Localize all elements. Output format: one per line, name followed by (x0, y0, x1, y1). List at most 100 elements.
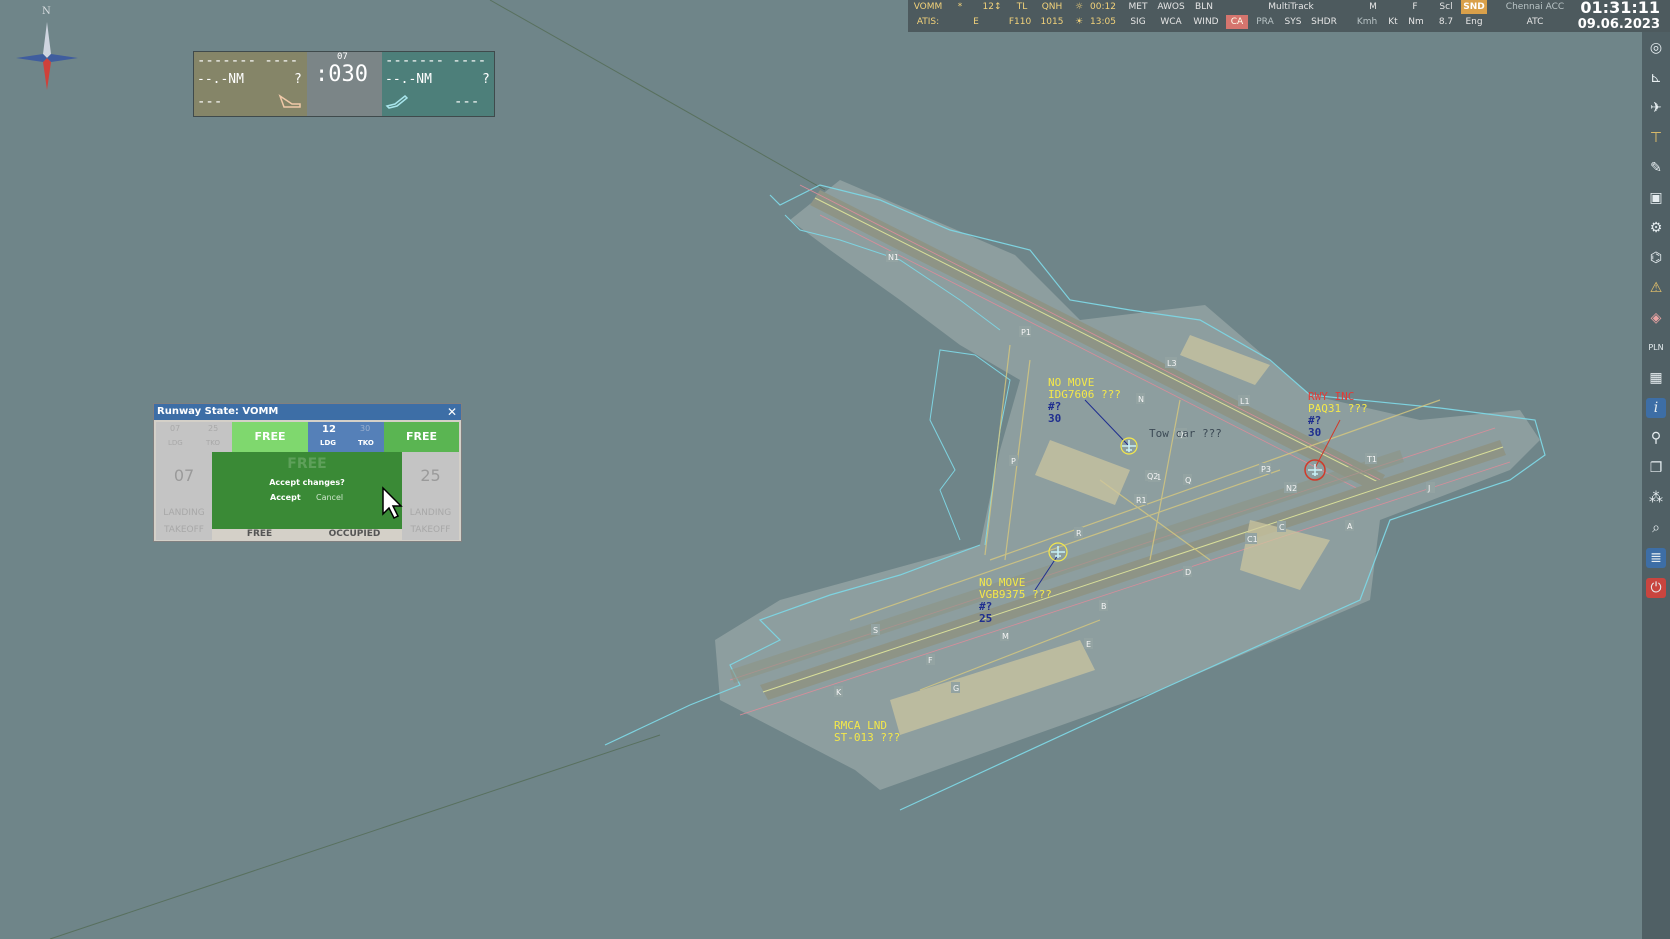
taxi-label: B (1101, 602, 1107, 611)
tag-callsign: ST-013 ??? (834, 731, 901, 744)
takeoff-label: TAKEOFF (164, 525, 204, 535)
taxi-label: P1 (1021, 328, 1031, 337)
runway-state-window[interactable]: Runway State: VOMM ✕ 07 25 LDG TKO FREE … (153, 403, 462, 542)
vehicle-tag-st013[interactable]: RMCA LND ST-013 ??? (834, 720, 900, 744)
compass-rose-icon (16, 22, 78, 90)
pln-icon[interactable]: PLN (1646, 338, 1666, 358)
scl-label: Scl (1439, 2, 1453, 12)
taxi-label: K (836, 688, 842, 697)
taxi-label: L1 (1240, 397, 1250, 406)
alert-icon[interactable]: ⚠ (1646, 278, 1666, 298)
vehicle-icon[interactable]: ▣ (1646, 188, 1666, 208)
snd-button[interactable]: SND (1461, 0, 1487, 14)
layout-icon[interactable]: ▦ (1646, 368, 1666, 388)
tko-label: TKO (206, 439, 220, 447)
ca-button[interactable]: CA (1226, 15, 1248, 29)
mouse-cursor-icon (382, 486, 403, 520)
clock: 01:31:11 (1580, 0, 1660, 17)
awos-button[interactable]: AWOS (1154, 0, 1188, 14)
approach-panel[interactable]: ------- ---- --.-NM ? --- 07 :030 ------… (193, 51, 495, 117)
wind-button[interactable]: WIND (1191, 15, 1221, 29)
atis-code[interactable]: E (970, 15, 982, 29)
departure-etd: --- (454, 94, 480, 110)
ruler-icon[interactable]: ⊾ (1646, 68, 1666, 88)
aircraft-tag-idg7606[interactable]: NO MOVE IDG7606 ??? #? 30 (1048, 377, 1121, 425)
aircraft-tag-vgb9375[interactable]: NO MOVE VGB9375 ??? #? 25 (979, 577, 1052, 625)
close-icon[interactable]: ✕ (445, 405, 459, 419)
wind-direction: :030 (315, 62, 368, 87)
runway-12-30-header[interactable]: 12 30 LDG TKO (308, 422, 384, 452)
qnh-label: QNH (1041, 2, 1063, 12)
accept-button[interactable]: Accept (270, 493, 301, 502)
crane-icon[interactable]: ⊤ (1646, 128, 1666, 148)
runway-07-25-header[interactable]: 07 25 LDG TKO (156, 422, 232, 452)
search-icon[interactable]: ⌕ (1646, 518, 1666, 538)
grid-icon[interactable]: ⁂ (1646, 488, 1666, 508)
bln-button[interactable]: BLN (1191, 0, 1217, 14)
runway-12-30-state-button[interactable]: FREE (384, 422, 459, 452)
m-button[interactable]: M (1360, 0, 1386, 14)
taxi-label: N (1138, 395, 1144, 404)
right-toolbar: ◎ ⊾ ✈ ⊤ ✎ ▣ ⚙ ⌬ ⚠ ◈ PLN ▦ i ⚲ ❐ ⁂ ⌕ ≣ ⏻ (1642, 32, 1670, 939)
taxi-label: J (1427, 484, 1430, 493)
power-icon[interactable]: ⏻ (1646, 578, 1666, 598)
runway-25-end[interactable]: 25 LANDING TAKEOFF (402, 452, 459, 540)
cancel-button[interactable]: Cancel (316, 493, 343, 502)
runway-07-end[interactable]: 07 LANDING TAKEOFF (156, 452, 212, 540)
map-icon[interactable]: ◈ (1646, 308, 1666, 328)
date: 09.06.2023 (1577, 17, 1660, 32)
runway-number: 30 (360, 424, 371, 433)
list-icon[interactable]: ≣ (1646, 548, 1666, 568)
runway-end-label: 07 (173, 466, 195, 485)
compass-north-label: N (42, 6, 51, 17)
info-icon[interactable]: i (1646, 398, 1666, 418)
taxi-label: F (928, 656, 933, 665)
airport-code[interactable]: VOMM (908, 0, 948, 14)
tag-runway: 30 (1308, 426, 1322, 439)
ldg-label: LDG (320, 439, 337, 447)
lock-icon[interactable]: ⚲ (1646, 428, 1666, 448)
taxi-label: S (873, 626, 878, 635)
sys-button[interactable]: SYS (1280, 15, 1306, 29)
runway-end-label: 25 (420, 466, 441, 485)
aircraft-idg7606-icon (1120, 437, 1138, 455)
pra-button[interactable]: PRA (1252, 15, 1278, 29)
f-button[interactable]: F (1402, 0, 1428, 14)
status-occupied: OCCUPIED (307, 529, 402, 540)
vehicle-tag-tow-car[interactable]: Tow car ??? (1149, 428, 1222, 440)
atis-label: ATIS: (916, 17, 940, 27)
arrival-side: ------- ---- --.-NM ? --- (194, 52, 307, 116)
kt-button[interactable]: Kt (1384, 15, 1402, 29)
arrival-distance: --.-NM (197, 72, 244, 87)
plane-list-icon[interactable]: ⌬ (1646, 248, 1666, 268)
aircraft-tag-paq31[interactable]: RWY INC PAQ31 ??? #? 30 (1308, 391, 1368, 439)
settings-icon[interactable]: ⚙ (1646, 218, 1666, 238)
departure-callsign: ------- ---- (385, 53, 487, 69)
target-icon[interactable]: ◎ (1646, 38, 1666, 58)
layers-icon[interactable]: ❐ (1646, 458, 1666, 478)
aircraft-icon[interactable]: ✈ (1646, 98, 1666, 118)
takeoff-label: TAKEOFF (410, 525, 451, 535)
sun-icon: ☼ (1074, 2, 1084, 12)
pen-icon[interactable]: ✎ (1646, 158, 1666, 178)
met-button[interactable]: MET (1124, 0, 1152, 14)
nm-button[interactable]: Nm (1404, 15, 1428, 29)
arrival-unknown: ? (294, 72, 302, 87)
airport-outline (604, 180, 1546, 811)
wind-value: 12↕ (982, 2, 1002, 12)
shdr-button[interactable]: SHDR (1308, 15, 1340, 29)
runway-07-25-state-button[interactable]: FREE (232, 422, 308, 452)
role-label: ATC (1526, 17, 1544, 27)
tl-label: TL (1016, 2, 1028, 12)
sig-button[interactable]: SIG (1124, 15, 1152, 29)
qnh-value: 1015 (1040, 17, 1064, 27)
eng-button[interactable]: Eng (1461, 15, 1487, 29)
sector-name: Chennai ACC (1505, 2, 1565, 12)
arrival-plane-icon (278, 94, 301, 108)
tag-runway: 30 (1048, 412, 1062, 425)
wca-button[interactable]: WCA (1154, 15, 1188, 29)
multitrack-label[interactable]: MultiTrack (1226, 0, 1356, 14)
window-titlebar[interactable]: Runway State: VOMM ✕ (154, 404, 461, 420)
kmh-button[interactable]: Kmh (1352, 15, 1382, 29)
taxi-label: R1 (1136, 496, 1147, 505)
